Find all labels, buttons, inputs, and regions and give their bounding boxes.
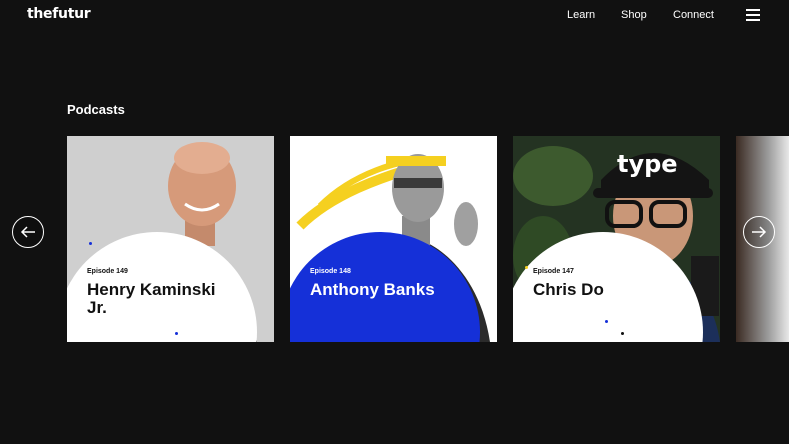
nav-shop-link[interactable]: Shop: [621, 9, 647, 21]
episode-number: Episode 149: [87, 268, 128, 275]
podcast-card-episode-148[interactable]: Episode 148 Anthony Banks: [290, 136, 497, 342]
arrow-right-icon: [752, 226, 767, 238]
podcast-card-episode-147[interactable]: type Episode 147 Chris Do: [513, 136, 720, 342]
episode-number: Episode 147: [533, 268, 574, 275]
arrow-left-icon: [20, 226, 35, 238]
svg-text:type: type: [617, 150, 678, 178]
section-title: Podcasts: [67, 102, 125, 117]
episode-number: Episode 148: [310, 268, 351, 275]
hamburger-icon[interactable]: [746, 9, 760, 21]
decor-dot: [89, 242, 92, 245]
decor-dot: [621, 332, 624, 335]
guest-name: Anthony Banks: [310, 280, 435, 299]
decor-dot: [605, 320, 608, 323]
guest-name: Henry Kaminski Jr.: [87, 280, 216, 317]
carousel-next-button[interactable]: [743, 216, 775, 248]
nav-learn-link[interactable]: Learn: [567, 9, 595, 21]
nav-connect-link[interactable]: Connect: [673, 9, 714, 21]
guest-name: Chris Do: [533, 280, 604, 299]
decor-dot: [525, 266, 528, 269]
decor-dot: [312, 248, 315, 251]
decor-dot: [175, 332, 178, 335]
thefutur-logo[interactable]: thefutur: [27, 6, 91, 22]
carousel-prev-button[interactable]: [12, 216, 44, 248]
top-navigation: thefutur Learn Shop Connect: [0, 0, 789, 32]
podcast-card-episode-149[interactable]: Episode 149 Henry Kaminski Jr.: [67, 136, 274, 342]
